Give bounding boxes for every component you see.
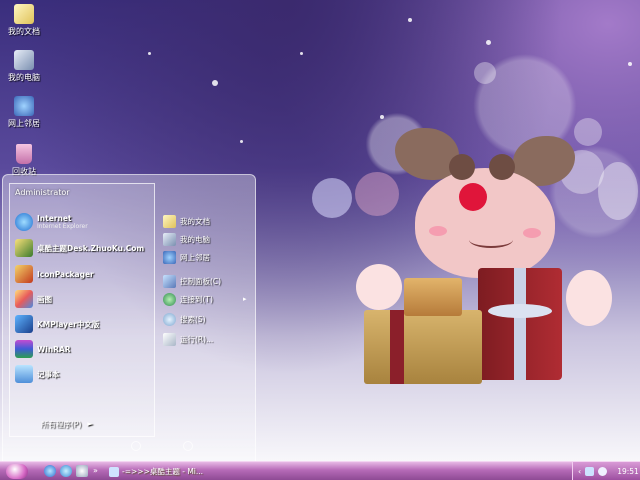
start-right-label: 控制面板(C)	[180, 276, 222, 286]
start-item-label: Internet	[37, 214, 72, 223]
my-documents-icon	[163, 214, 176, 228]
start-right-run[interactable]: 运行(R)...	[163, 331, 213, 347]
start-right-control-panel[interactable]: 控制面板(C)	[163, 273, 221, 289]
paint-icon	[15, 290, 33, 308]
start-right-label: 运行(R)...	[180, 334, 214, 344]
start-right-label: 连接到(T)	[180, 294, 213, 304]
clock[interactable]: 19:51	[617, 467, 639, 476]
run-icon	[163, 332, 176, 346]
start-item-winrar[interactable]: WinRAR	[15, 338, 149, 360]
network-places-icon	[163, 250, 176, 264]
start-item-label: 画图	[37, 294, 52, 304]
desktop-icon-recycle-bin[interactable]: 回收站	[4, 144, 44, 177]
quicklaunch-desktop-icon[interactable]	[76, 465, 88, 477]
start-right-label: 网上邻居	[180, 252, 210, 262]
notepad-icon	[15, 365, 33, 383]
wallpaper-paw-right	[566, 270, 612, 326]
start-right-label: 搜索(S)	[180, 314, 206, 324]
my-documents-icon	[14, 4, 34, 24]
start-menu: Administrator Internet Internet Explorer…	[2, 174, 256, 462]
start-right-label: 我的电脑	[180, 234, 210, 244]
all-programs-label: 所有程序(P)	[41, 420, 82, 429]
start-right-search[interactable]: 搜索(S)	[163, 311, 206, 327]
quicklaunch-media-icon[interactable]	[60, 465, 72, 477]
taskbar-window-button[interactable]: -=>>>桌酷主题 - Mi...	[106, 464, 216, 479]
taskbar: » -=>>>桌酷主题 - Mi... ‹ 19:51	[0, 461, 640, 480]
shutdown-icon[interactable]	[183, 441, 193, 451]
quicklaunch-ie-icon[interactable]	[44, 465, 56, 477]
desktop-icon-network-places[interactable]: 网上邻居	[4, 96, 44, 129]
desktop-icon-my-documents[interactable]: 我的文档	[4, 4, 44, 37]
start-item-iconpackager[interactable]: IconPackager	[15, 263, 149, 285]
start-item-zhuoku[interactable]: 桌酷主题Desk.ZhuoKu.Com	[15, 237, 149, 259]
control-panel-icon	[163, 274, 176, 288]
my-computer-icon	[163, 232, 176, 246]
start-right-label: 我的文档	[180, 216, 210, 226]
network-places-icon	[14, 96, 34, 116]
start-right-my-documents[interactable]: 我的文档	[163, 213, 210, 229]
search-icon	[163, 312, 176, 326]
iconpackager-icon	[15, 265, 33, 283]
desktop-icon-label: 我的电脑	[8, 73, 40, 82]
winrar-icon	[15, 340, 33, 358]
window-app-icon	[109, 466, 119, 477]
start-item-label: IconPackager	[37, 269, 94, 279]
network-tray-icon[interactable]	[585, 466, 595, 476]
system-tray: ‹ 19:51	[572, 462, 640, 480]
start-item-internet[interactable]: Internet Internet Explorer	[15, 211, 149, 233]
volume-tray-icon[interactable]	[598, 466, 608, 476]
chevron-right-icon[interactable]: »	[93, 466, 98, 475]
arrow-right-icon: ▸	[242, 295, 247, 303]
my-computer-icon	[14, 50, 34, 70]
all-programs-button[interactable]: 所有程序(P) ►	[41, 419, 93, 430]
ie-icon	[15, 213, 33, 231]
start-item-sublabel: Internet Explorer	[37, 223, 88, 230]
start-item-label: WinRAR	[37, 344, 71, 354]
wallpaper-gift-gold	[364, 310, 482, 384]
start-right-connect-to[interactable]: 连接到(T) ▸	[163, 291, 246, 307]
wallpaper-gift-small	[404, 278, 462, 316]
desktop-icon-label: 网上邻居	[8, 119, 40, 128]
logoff-icon[interactable]	[131, 441, 141, 451]
start-button[interactable]	[6, 464, 28, 479]
wallpaper-gift-large	[478, 268, 562, 380]
arrow-right-icon: ►	[87, 419, 94, 428]
start-item-label: 桌酷主题Desk.ZhuoKu.Com	[37, 243, 145, 253]
connect-to-icon	[163, 292, 176, 306]
start-right-my-computer[interactable]: 我的电脑	[163, 231, 210, 247]
start-item-label: KMPlayer中文版	[37, 319, 100, 329]
start-item-paint[interactable]: 画图	[15, 288, 149, 310]
start-item-kmplayer[interactable]: KMPlayer中文版	[15, 313, 149, 335]
desktop-icon-label: 我的文档	[8, 27, 40, 36]
kmplayer-icon	[15, 315, 33, 333]
chevron-left-icon[interactable]: ‹	[578, 467, 581, 476]
zhuoku-icon	[15, 239, 33, 257]
taskbar-window-label: -=>>>桌酷主题 - Mi...	[122, 467, 204, 476]
recycle-bin-icon	[16, 144, 32, 164]
wallpaper-paw-left	[356, 264, 402, 310]
start-menu-user-name: Administrator	[15, 188, 70, 197]
start-item-label: 记事本	[37, 369, 60, 379]
desktop-icon-my-computer[interactable]: 我的电脑	[4, 50, 44, 83]
start-right-network-places[interactable]: 网上邻居	[163, 249, 210, 265]
start-item-notepad[interactable]: 记事本	[15, 363, 149, 385]
